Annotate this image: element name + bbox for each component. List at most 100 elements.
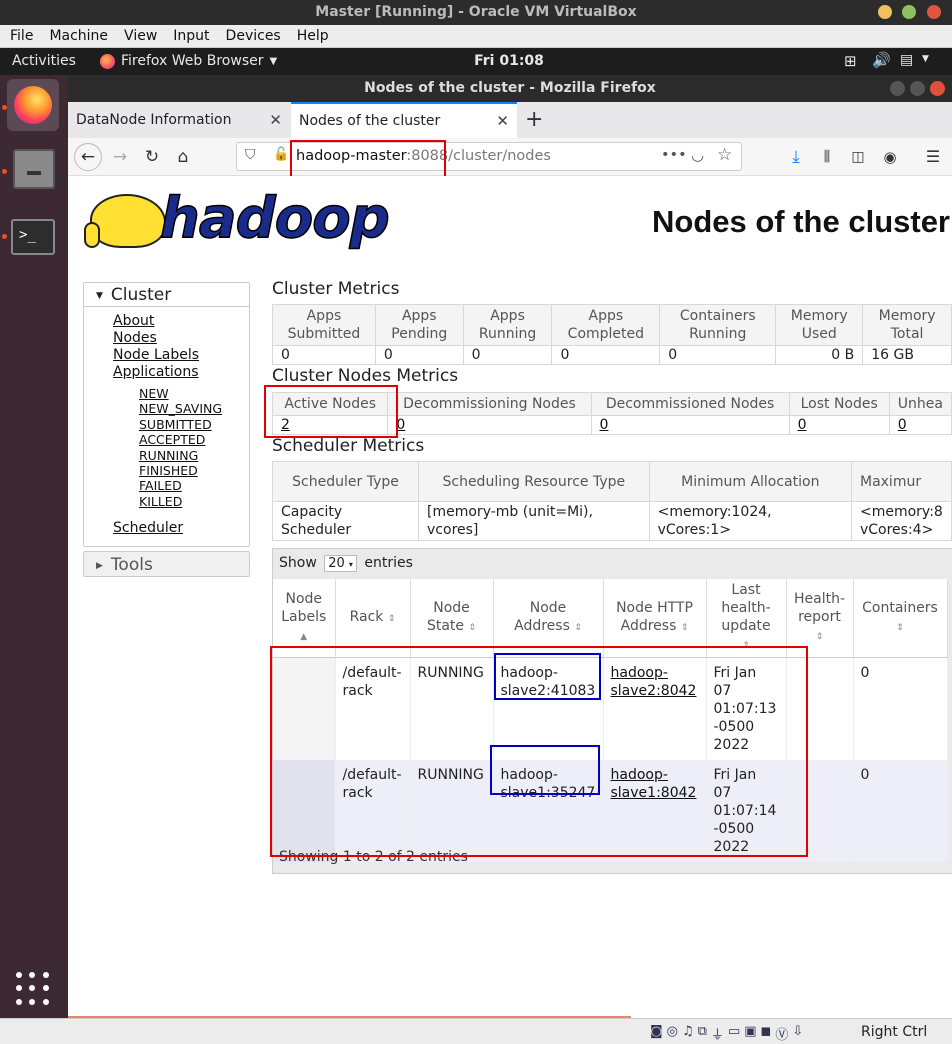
header-scheduling-resource-type[interactable]: Scheduling Resource Type <box>418 461 650 502</box>
shield-icon[interactable]: ⛉ <box>245 147 256 163</box>
home-icon[interactable]: ⌂ <box>169 144 197 170</box>
download-icon[interactable]: ⤓ <box>782 144 810 170</box>
volume-icon[interactable]: 🔊 <box>872 51 891 69</box>
ff-minimize-icon[interactable] <box>890 81 905 96</box>
tab-nodes[interactable]: Nodes of the cluster ✕ <box>291 102 517 138</box>
header-minimum-allocation[interactable]: Minimum Allocation <box>648 461 852 502</box>
tools-panel[interactable]: ▶ Tools <box>83 551 250 577</box>
link-scheduler[interactable]: Scheduler <box>113 520 249 537</box>
new-tab-icon[interactable]: + <box>525 107 543 132</box>
reload-icon[interactable]: ↻ <box>138 144 166 170</box>
header-scheduler-type[interactable]: Scheduler Type <box>271 461 420 502</box>
dock-terminal[interactable]: >_ <box>7 213 59 265</box>
header-apps-submitted[interactable]: Apps Submitted <box>272 304 376 346</box>
link-decommissioned-nodes[interactable]: 0 <box>600 417 609 433</box>
virtualbox-titlebar: Master [Running] - Oracle VM VirtualBox <box>0 0 952 25</box>
system-menu-icon[interactable]: ▼ <box>922 54 929 64</box>
library-icon[interactable]: ⫼ <box>813 144 841 170</box>
firefox-titlebar: Nodes of the cluster - Mozilla Firefox <box>68 75 952 102</box>
drawer-handle <box>27 171 41 175</box>
menu-devices[interactable]: Devices <box>226 28 281 44</box>
link-applications[interactable]: Applications <box>113 364 249 381</box>
ff-maximize-icon[interactable] <box>910 81 925 96</box>
cell-containers: 0 <box>853 760 948 862</box>
header-apps-running[interactable]: Apps Running <box>462 304 553 346</box>
header-decommissioned-nodes[interactable]: Decommissioned Nodes <box>590 392 790 416</box>
page-actions-icon[interactable]: ••• <box>661 147 687 163</box>
shared-folders-icon[interactable]: ▭ <box>728 1024 740 1043</box>
usb-icon[interactable]: ⏚ <box>711 1024 724 1043</box>
show-apps-icon[interactable] <box>16 972 50 1006</box>
battery-icon[interactable]: ▤ <box>900 52 913 68</box>
network-adapter-icon[interactable]: ⧉ <box>698 1024 707 1043</box>
audio-icon[interactable]: ♫ <box>682 1024 694 1043</box>
tab-datanode[interactable]: DataNode Information ✕ <box>68 102 290 138</box>
back-icon[interactable]: ← <box>74 143 102 171</box>
video-capture-icon[interactable]: ◼ <box>761 1024 772 1043</box>
value-containers-running: 0 <box>659 345 777 365</box>
link-state-running[interactable]: RUNNING <box>139 448 249 463</box>
col-containers[interactable]: Containers ⇕ <box>853 579 948 658</box>
menu-view[interactable]: View <box>124 28 157 44</box>
menu-help[interactable]: Help <box>297 28 329 44</box>
insecure-lock-icon[interactable]: 🔓 <box>273 147 289 162</box>
link-state-accepted[interactable]: ACCEPTED <box>139 432 249 447</box>
sidebar-icon[interactable]: ◫ <box>844 144 872 170</box>
link-nodes[interactable]: Nodes <box>113 330 249 347</box>
value-apps-pending: 0 <box>374 345 464 365</box>
link-state-new[interactable]: NEW <box>139 386 249 401</box>
link-lost-nodes[interactable]: 0 <box>798 417 807 433</box>
close-icon[interactable] <box>927 5 941 19</box>
page-size-select[interactable]: 20 ▾ <box>324 555 357 572</box>
bookmark-star-icon[interactable]: ☆ <box>717 145 732 165</box>
dock-firefox[interactable] <box>7 79 59 131</box>
hamburger-menu-icon[interactable]: ☰ <box>919 144 947 170</box>
forward-icon[interactable]: → <box>106 144 134 170</box>
cluster-panel: ▼ Cluster About Nodes Node Labels Applica… <box>83 282 250 547</box>
value-scheduling-resource-type: [memory-mb (unit=Mi), vcores] <box>418 501 650 541</box>
header-apps-pending[interactable]: Apps Pending <box>374 304 464 346</box>
header-containers-running[interactable]: Containers Running <box>659 304 777 346</box>
menu-file[interactable]: File <box>10 28 33 44</box>
close-tab-icon[interactable]: ✕ <box>496 112 509 130</box>
menu-input[interactable]: Input <box>173 28 209 44</box>
cluster-label: Cluster <box>110 285 172 305</box>
virtualization-icon[interactable]: Ⓥ <box>775 1024 788 1043</box>
optical-drive-icon[interactable]: ◎ <box>667 1024 678 1043</box>
dock-files[interactable] <box>7 143 59 195</box>
mouse-integration-icon[interactable]: ⇩ <box>792 1024 803 1043</box>
header-unhealthy-nodes[interactable]: Unhea <box>888 392 952 416</box>
header-memory-used[interactable]: Memory Used <box>775 304 864 346</box>
menu-machine[interactable]: Machine <box>49 28 108 44</box>
account-icon[interactable]: ◉ <box>876 144 904 170</box>
link-unhealthy-nodes[interactable]: 0 <box>898 417 907 433</box>
link-state-finished[interactable]: FINISHED <box>139 463 249 478</box>
tab-label: DataNode Information <box>76 112 232 128</box>
header-maximum-allocation[interactable]: Maximur <box>850 461 952 502</box>
header-memory-total[interactable]: Memory Total <box>862 304 952 346</box>
link-state-submitted[interactable]: SUBMITTED <box>139 417 249 432</box>
host-key-label: Right Ctrl <box>861 1024 928 1040</box>
pocket-icon[interactable]: ◡ <box>691 146 704 164</box>
link-node-labels[interactable]: Node Labels <box>113 347 249 364</box>
clock[interactable]: Fri 01:08 <box>0 53 952 69</box>
header-lost-nodes[interactable]: Lost Nodes <box>788 392 890 416</box>
link-state-new-saving[interactable]: NEW_SAVING <box>139 401 249 416</box>
header-decommissioning-nodes[interactable]: Decommissioning Nodes <box>387 392 592 416</box>
ff-close-icon[interactable] <box>930 81 945 96</box>
minimize-icon[interactable] <box>878 5 892 19</box>
close-tab-icon[interactable]: ✕ <box>269 111 282 129</box>
hadoop-logo: hadoop <box>84 185 391 260</box>
link-about[interactable]: About <box>113 313 249 330</box>
network-icon[interactable]: ⊞ <box>844 52 857 70</box>
triangle-down-icon: ▼ <box>96 291 103 301</box>
link-state-killed[interactable]: KILLED <box>139 494 249 509</box>
link-state-failed[interactable]: FAILED <box>139 478 249 493</box>
maximize-icon[interactable] <box>902 5 916 19</box>
display-icon[interactable]: ▣ <box>744 1024 756 1043</box>
triangle-right-icon: ▶ <box>96 561 103 571</box>
header-apps-completed[interactable]: Apps Completed <box>551 304 661 346</box>
hard-disk-icon[interactable]: ◙ <box>650 1024 663 1043</box>
elephant-icon <box>90 194 166 248</box>
cluster-header[interactable]: ▼ Cluster <box>84 283 249 307</box>
